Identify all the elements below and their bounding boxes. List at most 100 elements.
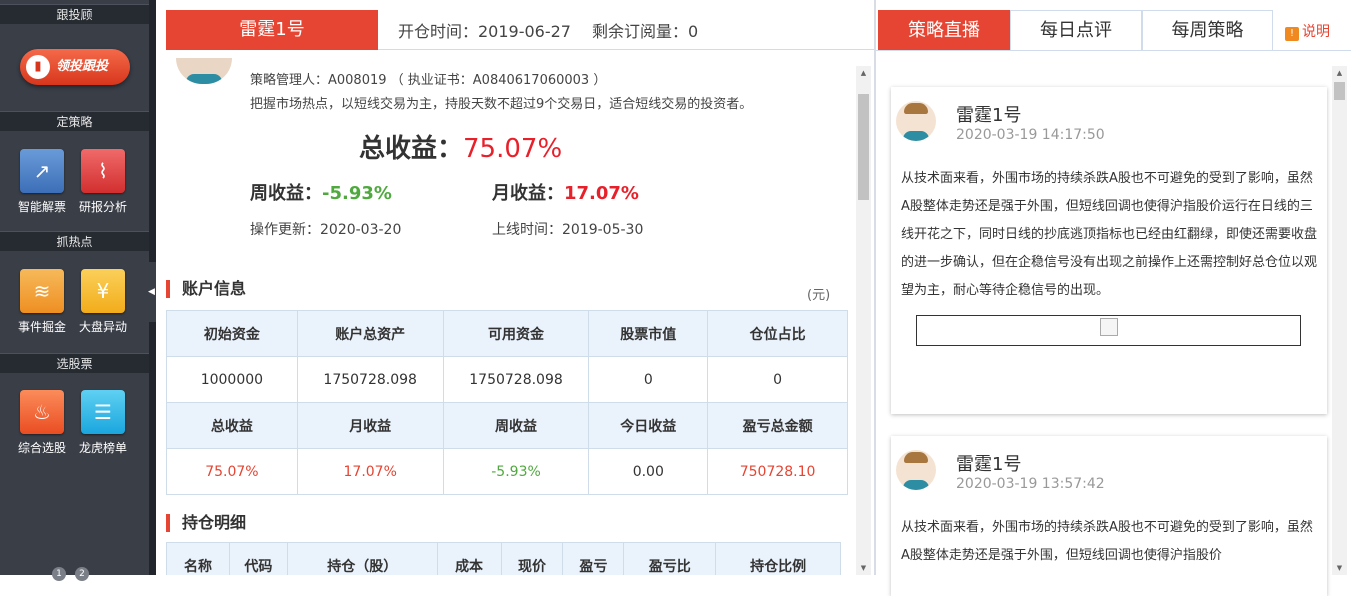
tab-strategy-name[interactable]: 雷霆1号 (166, 10, 378, 50)
total-return: 总收益：75.07% (359, 128, 562, 165)
tab-strategy-live[interactable]: 策略直播 (878, 10, 1010, 50)
sidebar-pagination: 12 (52, 561, 98, 581)
post-text: 从技术面来看，外围市场的持续杀跌A股也不可避免的受到了影响，虽然A股整体走势还是… (901, 171, 1318, 298)
help-link[interactable]: ! 说明 (1285, 21, 1330, 41)
author-avatar (896, 450, 936, 490)
yuan-search-icon: ¥ (81, 269, 125, 313)
holdings-header-price: 现价 (500, 542, 564, 575)
tab-weekly-strategy[interactable]: 每周策略 (1142, 10, 1273, 50)
scroll-down-icon[interactable]: ▼ (1333, 564, 1346, 572)
tool-research-analysis-label: 研报分析 (78, 200, 127, 214)
holdings-header-code: 代码 (228, 542, 288, 575)
post-time: 2020-03-19 13:57:42 (956, 476, 1105, 492)
strategy-tab-bar: 雷霆1号 开仓时间：2019-06-27 剩余订阅量：0 (166, 10, 874, 50)
account-header-row-1: 初始资金 账户总资产 可用资金 股票市值 仓位占比 (166, 310, 848, 357)
tool-research-analysis[interactable]: ⌇ 研报分析 (71, 149, 135, 215)
position-ratio: 0 (707, 356, 848, 403)
monthly-return-label: 月收益： (492, 183, 564, 204)
tool-comprehensive-pick-label: 综合选股 (17, 441, 66, 455)
warning-icon: ! (1285, 27, 1299, 41)
section-follow-advisor: 跟投顾 (0, 4, 149, 24)
post-author: 雷霆1号 (956, 454, 1022, 475)
page-dot-1[interactable]: 1 (52, 567, 66, 581)
broken-image-icon (1100, 318, 1118, 336)
live-feed-panel: 策略直播 每日点评 每周策略 ! 说明 雷霆1号 2020-03-19 14:17… (876, 0, 1351, 596)
post-image (916, 315, 1301, 346)
page-dot-2[interactable]: 2 (75, 567, 89, 581)
today-return-cell: 0.00 (588, 448, 709, 495)
chevron-left-icon: ◀ (148, 287, 155, 297)
tab-underline (876, 50, 1351, 51)
detail-scroll-thumb[interactable] (858, 94, 869, 200)
header-today-return: 今日收益 (588, 402, 709, 449)
weekly-return-value: -5.93% (322, 183, 392, 204)
tool-event-mining-label: 事件掘金 (17, 320, 66, 334)
weekly-return: 周收益：-5.93% (250, 179, 392, 205)
header-available-funds: 可用资金 (442, 310, 590, 357)
initial-capital: 1000000 (166, 356, 298, 403)
lead-follow-label: 领投跟投 (56, 59, 109, 74)
remaining-subscriptions: 剩余订阅量：0 (592, 22, 699, 41)
header-pnl-total: 盈亏总金额 (707, 402, 848, 449)
collapse-sidebar-button[interactable]: ◀ (147, 262, 156, 322)
tool-event-mining[interactable]: ≋ 事件掘金 (10, 269, 74, 335)
chart-trend-icon: ↗ (20, 149, 64, 193)
holdings-header-pnl: 盈亏 (562, 542, 625, 575)
tool-market-movement[interactable]: ¥ 大盘异动 (71, 269, 135, 335)
tool-smart-stock[interactable]: ↗ 智能解票 (10, 149, 74, 215)
manager-info: 策略管理人：A008019 （ 执业证书：A0840617060003 ） (250, 73, 607, 88)
header-total-assets: 账户总资产 (296, 310, 444, 357)
bar-chart-icon: ▮ (26, 55, 50, 79)
analysis-chart-icon: ⌇ (81, 149, 125, 193)
manager-avatar (176, 58, 232, 84)
scroll-down-icon[interactable]: ▼ (857, 564, 870, 572)
total-return-label: 总收益： (359, 134, 464, 164)
live-post-2: 雷霆1号 2020-03-19 13:57:42 从技术面来看，外围市场的持续杀… (891, 436, 1327, 596)
stock-value: 0 (588, 356, 709, 403)
currency-unit: (元) (807, 288, 831, 303)
last-update: 操作更新：2020-03-20 (250, 222, 402, 238)
scroll-up-icon[interactable]: ▲ (1333, 69, 1346, 77)
holdings-title: 持仓明细 (166, 514, 246, 532)
holdings-header-name: 名称 (166, 542, 230, 575)
lead-follow-button[interactable]: ▮ 领投跟投 (20, 49, 130, 85)
document-icon: ☰ (81, 390, 125, 434)
post-author: 雷霆1号 (956, 105, 1022, 126)
author-avatar (896, 101, 936, 141)
weekly-return-cell: -5.93% (442, 448, 590, 495)
flame-icon: ♨ (20, 390, 64, 434)
header-monthly-return: 月收益 (296, 402, 444, 449)
help-label: 说明 (1302, 24, 1330, 40)
scroll-up-icon[interactable]: ▲ (857, 69, 870, 77)
tab-daily-review[interactable]: 每日点评 (1010, 10, 1142, 50)
holdings-header-row: 名称 代码 持仓（股） 成本 现价 盈亏 盈亏比 持仓比例 (166, 542, 841, 575)
section-strategy: 定策略 (0, 111, 149, 131)
holdings-header-cost: 成本 (436, 542, 502, 575)
section-stock-pick: 选股票 (0, 353, 149, 373)
tool-dragon-tiger-list[interactable]: ☰ 龙虎榜单 (71, 390, 135, 456)
tool-dragon-tiger-list-label: 龙虎榜单 (78, 441, 127, 455)
detail-scrollbar[interactable]: ▲ ▼ (856, 66, 871, 575)
strategy-detail-panel: 雷霆1号 开仓时间：2019-06-27 剩余订阅量：0 策略管理人：A0080… (156, 0, 874, 575)
weekly-return-label: 周收益： (250, 183, 322, 204)
total-return-cell: 75.07% (166, 448, 298, 495)
online-date: 上线时间：2019-05-30 (492, 222, 644, 238)
pnl-total-cell: 750728.10 (707, 448, 848, 495)
sidebar: 跟投顾 ▮ 领投跟投 定策略 ↗ 智能解票 ⌇ 研报分析 抓热点 ≋ 事件掘金 … (0, 0, 149, 581)
total-assets: 1750728.098 (296, 356, 444, 403)
tool-comprehensive-pick[interactable]: ♨ 综合选股 (10, 390, 74, 456)
feed-scrollbar[interactable]: ▲ ▼ (1332, 66, 1347, 575)
monthly-return-value: 17.07% (564, 183, 639, 204)
header-initial-capital: 初始资金 (166, 310, 298, 357)
open-date: 开仓时间：2019-06-27 (398, 22, 571, 41)
section-hotspot: 抓热点 (0, 231, 149, 251)
available-funds: 1750728.098 (442, 356, 590, 403)
layers-icon: ≋ (20, 269, 64, 313)
holdings-table: 名称 代码 持仓（股） 成本 现价 盈亏 盈亏比 持仓比例 (166, 542, 841, 575)
feed-scroll-thumb[interactable] (1334, 82, 1345, 100)
account-table: 初始资金 账户总资产 可用资金 股票市值 仓位占比 1000000 175072… (166, 310, 848, 495)
header-total-return: 总收益 (166, 402, 298, 449)
live-post-1: 雷霆1号 2020-03-19 14:17:50 从技术面来看，外围市场的持续杀… (891, 87, 1327, 414)
post-time: 2020-03-19 14:17:50 (956, 127, 1105, 143)
total-return-value: 75.07% (463, 134, 563, 164)
